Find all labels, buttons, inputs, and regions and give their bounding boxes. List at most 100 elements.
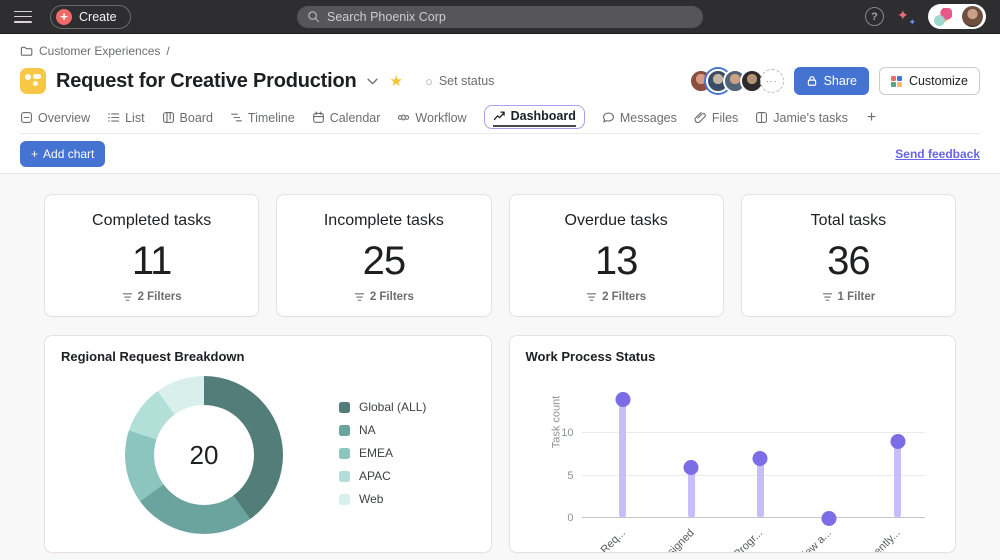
stat-filters-label: 2 Filters xyxy=(370,291,414,303)
legend-item[interactable]: APAC xyxy=(339,469,426,483)
customize-button-label: Customize xyxy=(909,74,968,88)
topbar-right-group: ? ✦ ✦ xyxy=(865,4,986,29)
search-input[interactable]: Search Phoenix Corp xyxy=(297,6,703,28)
legend-item[interactable]: Web xyxy=(339,492,426,506)
gridline xyxy=(582,432,926,433)
stat-filters[interactable]: 2 Filters xyxy=(586,291,646,303)
stem xyxy=(619,399,626,518)
stat-filters-label: 1 Filter xyxy=(838,291,876,303)
list-icon xyxy=(107,111,120,124)
data-point[interactable] xyxy=(615,392,630,407)
tab-label: Messages xyxy=(620,111,677,125)
member-facepile[interactable]: ··· xyxy=(689,69,784,93)
account-pill[interactable] xyxy=(928,4,986,29)
stat-card-total[interactable]: Total tasks 36 1 Filter xyxy=(741,194,956,317)
tab-files[interactable]: Files xyxy=(694,111,738,125)
board-icon xyxy=(162,111,175,124)
user-avatar xyxy=(962,6,983,27)
overview-icon xyxy=(20,111,33,124)
avatar-overflow-button[interactable]: ··· xyxy=(760,69,784,93)
donut-center-value: 20 xyxy=(190,440,219,471)
help-icon[interactable]: ? xyxy=(865,7,884,26)
legend-item[interactable]: NA xyxy=(339,423,426,437)
star-icon[interactable]: ★ xyxy=(390,72,403,90)
plus-icon: + xyxy=(56,9,72,25)
calendar-icon xyxy=(312,111,325,124)
data-point[interactable] xyxy=(890,434,905,449)
header-actions: ··· Share Customize xyxy=(689,65,980,97)
sparkle-large-icon: ✦ xyxy=(897,7,909,24)
stat-filters[interactable]: 2 Filters xyxy=(122,291,182,303)
stem xyxy=(894,442,901,519)
stat-card-completed[interactable]: Completed tasks 11 2 Filters xyxy=(44,194,259,317)
data-point[interactable] xyxy=(821,511,836,526)
add-chart-button[interactable]: + Add chart xyxy=(20,141,105,167)
stat-card-incomplete[interactable]: Incomplete tasks 25 2 Filters xyxy=(276,194,491,317)
tab-label: Dashboard xyxy=(511,109,576,123)
stat-title: Overdue tasks xyxy=(565,212,668,230)
tab-label: Overview xyxy=(38,111,90,125)
chart-title: Regional Request Breakdown xyxy=(61,349,475,364)
legend-label: Web xyxy=(359,492,383,506)
tab-overview[interactable]: Overview xyxy=(20,111,90,125)
stat-value: 13 xyxy=(595,241,638,281)
chart-legend: Global (ALL) NA EMEA APAC xyxy=(339,391,426,515)
y-tick: 5 xyxy=(552,470,574,482)
tab-dashboard[interactable]: Dashboard xyxy=(484,105,585,129)
send-feedback-link[interactable]: Send feedback xyxy=(895,147,980,161)
chevron-down-icon[interactable] xyxy=(367,78,378,86)
gridline xyxy=(582,517,926,518)
donut-chart[interactable]: 20 xyxy=(125,376,283,534)
donut-hole: 20 xyxy=(154,405,254,505)
page-title: Request for Creative Production xyxy=(56,70,357,93)
legend-swatch xyxy=(339,402,350,413)
tab-messages[interactable]: Messages xyxy=(602,111,677,125)
ai-sparkle-icon[interactable]: ✦ ✦ xyxy=(896,7,916,27)
legend-item[interactable]: Global (ALL) xyxy=(339,400,426,414)
donut-chart-body: 20 Global (ALL) NA xyxy=(61,364,475,534)
title-row: Request for Creative Production ★ ○ Set … xyxy=(20,65,980,97)
tab-jamies-tasks[interactable]: Jamie's tasks xyxy=(755,111,848,125)
stat-title: Total tasks xyxy=(811,212,887,230)
legend-swatch xyxy=(339,448,350,459)
search-text: Search Phoenix Corp xyxy=(327,10,446,24)
tab-label: Files xyxy=(712,111,738,125)
legend-item[interactable]: EMEA xyxy=(339,446,426,460)
legend-label: APAC xyxy=(359,469,391,483)
tab-label: Jamie's tasks xyxy=(773,111,848,125)
project-header: Customer Experiences / Request for Creat… xyxy=(0,34,1000,134)
stat-filters[interactable]: 1 Filter xyxy=(822,291,876,303)
data-point[interactable] xyxy=(684,460,699,475)
filter-icon xyxy=(822,292,833,303)
chart-row: Regional Request Breakdown 20 Global (AL… xyxy=(44,335,956,553)
project-icon[interactable] xyxy=(20,68,46,94)
stat-value: 36 xyxy=(827,241,870,281)
folder-icon xyxy=(20,45,33,58)
customize-button[interactable]: Customize xyxy=(879,67,980,95)
add-chart-label: Add chart xyxy=(43,147,94,161)
stat-card-overdue[interactable]: Overdue tasks 13 2 Filters xyxy=(509,194,724,317)
tab-label: List xyxy=(125,111,144,125)
stat-title: Completed tasks xyxy=(92,212,211,230)
stat-filters[interactable]: 2 Filters xyxy=(354,291,414,303)
org-logo xyxy=(934,8,952,26)
hamburger-menu-icon[interactable] xyxy=(14,11,32,23)
tab-workflow[interactable]: Workflow xyxy=(397,111,466,125)
search-icon xyxy=(307,10,320,23)
data-point[interactable] xyxy=(753,451,768,466)
breadcrumb[interactable]: Customer Experiences / xyxy=(20,42,980,60)
stat-filters-label: 2 Filters xyxy=(602,291,646,303)
gridline xyxy=(582,475,926,476)
set-status-button[interactable]: ○ Set status xyxy=(425,74,494,88)
tab-timeline[interactable]: Timeline xyxy=(230,111,295,125)
tab-board[interactable]: Board xyxy=(162,111,213,125)
tab-list[interactable]: List xyxy=(107,111,144,125)
stem xyxy=(688,467,695,518)
lollipop-chart-card[interactable]: Work Process Status Task count 0 5 10 Ne… xyxy=(509,335,957,553)
legend-label: EMEA xyxy=(359,446,393,460)
share-button[interactable]: Share xyxy=(794,67,869,95)
add-tab-button[interactable]: + xyxy=(865,109,878,127)
donut-chart-card[interactable]: Regional Request Breakdown 20 Global (AL… xyxy=(44,335,492,553)
create-button[interactable]: + Create xyxy=(50,5,131,29)
tab-calendar[interactable]: Calendar xyxy=(312,111,381,125)
